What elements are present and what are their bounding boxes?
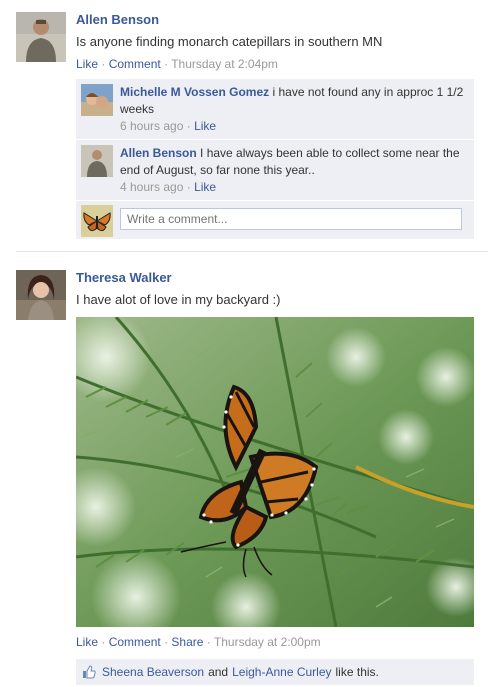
- monarch-butterfly-photo[interactable]: [76, 317, 474, 627]
- comment-timestamp[interactable]: 4 hours ago: [120, 180, 183, 194]
- commenter-avatar[interactable]: [81, 84, 113, 116]
- likes-summary: Sheena Beaverson and Leigh-Anne Curley l…: [76, 659, 474, 685]
- comment-item: Allen Benson I have always been able to …: [76, 140, 474, 201]
- current-user-avatar: [81, 205, 113, 237]
- author-avatar[interactable]: [16, 270, 66, 320]
- separator: ·: [186, 119, 191, 133]
- post-author[interactable]: Allen Benson: [76, 12, 474, 27]
- separator: ·: [206, 635, 211, 649]
- comment-link[interactable]: Comment: [109, 57, 161, 71]
- commenter-avatar[interactable]: [81, 145, 113, 177]
- like-link[interactable]: Like: [76, 635, 98, 649]
- author-avatar[interactable]: [16, 12, 66, 62]
- likes-and: and: [208, 665, 229, 679]
- post-message: Is anyone finding monarch catepillars in…: [76, 34, 383, 49]
- comment-input[interactable]: [120, 208, 462, 230]
- separator: ·: [186, 180, 191, 194]
- post-timestamp[interactable]: Thursday at 2:00pm: [214, 635, 321, 649]
- post-timestamp[interactable]: Thursday at 2:04pm: [171, 57, 278, 71]
- comment-composer: [76, 201, 474, 239]
- likes-suffix: like this.: [335, 665, 379, 679]
- liker-name[interactable]: Leigh-Anne Curley: [232, 665, 331, 679]
- post-author[interactable]: Theresa Walker: [76, 270, 474, 285]
- comment-like-link[interactable]: Like: [194, 180, 216, 194]
- share-link[interactable]: Share: [171, 635, 203, 649]
- thumbs-up-icon: [83, 665, 96, 679]
- separator: ·: [101, 635, 106, 649]
- liker-name[interactable]: Sheena Beaverson: [102, 665, 204, 679]
- post-message: I have alot of love in my backyard :): [76, 292, 281, 307]
- separator: ·: [101, 57, 106, 71]
- comment-link[interactable]: Comment: [109, 635, 161, 649]
- separator: ·: [164, 57, 169, 71]
- comments-list: Michelle M Vossen Gomez i have not found…: [76, 79, 474, 239]
- comment-like-link[interactable]: Like: [194, 119, 216, 133]
- post-actions: Like · Comment · Thursday at 2:04pm: [76, 57, 474, 71]
- comment-author[interactable]: Allen Benson: [120, 146, 197, 160]
- comment-author[interactable]: Michelle M Vossen Gomez: [120, 85, 269, 99]
- like-link[interactable]: Like: [76, 57, 98, 71]
- post-actions: Like · Comment · Share · Thursday at 2:0…: [76, 635, 474, 649]
- comment-item: Michelle M Vossen Gomez i have not found…: [76, 79, 474, 140]
- post-divider: [16, 251, 488, 252]
- comment-timestamp[interactable]: 6 hours ago: [120, 119, 183, 133]
- separator: ·: [164, 635, 169, 649]
